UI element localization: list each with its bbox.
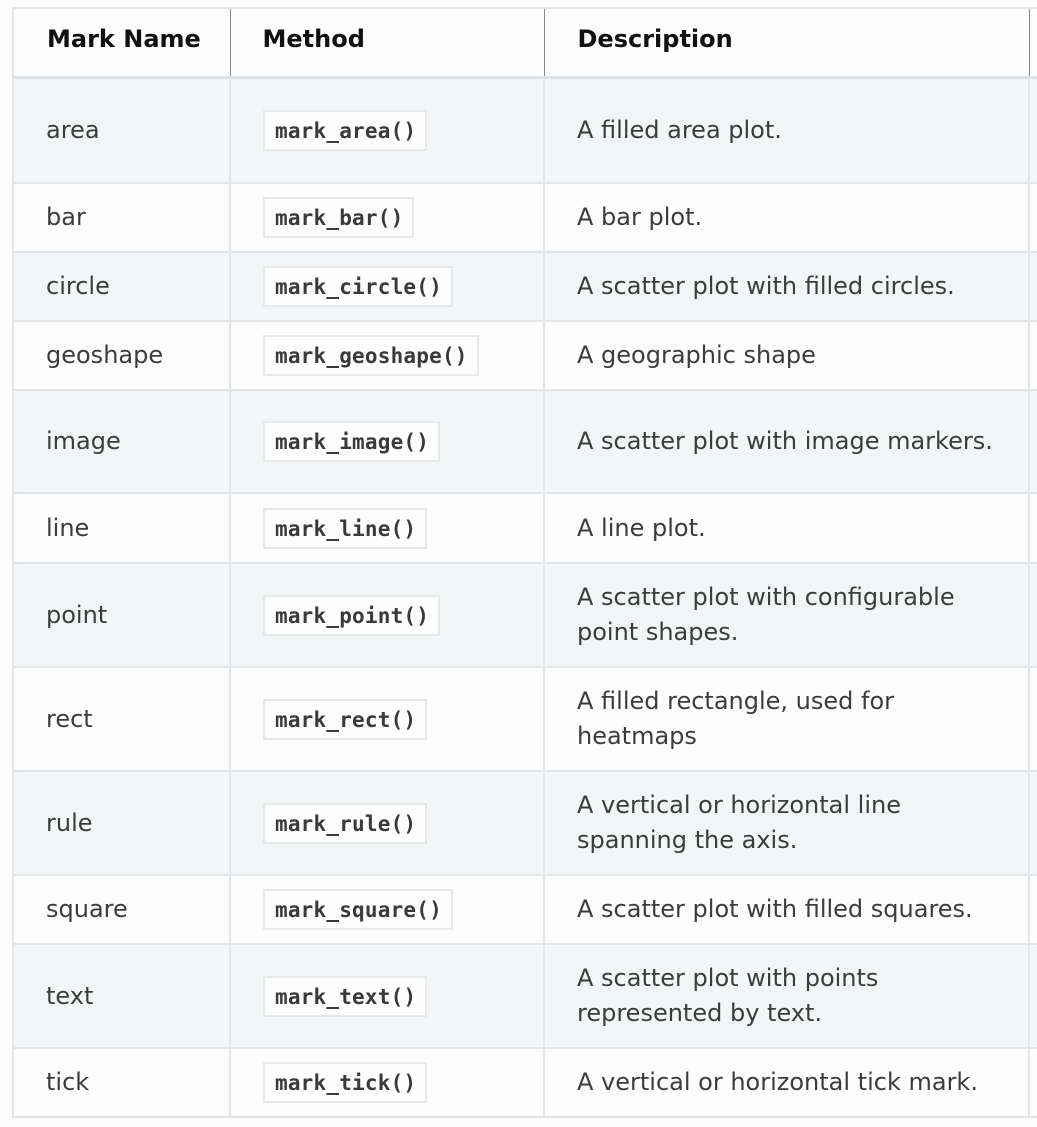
method-cell: mark_image(): [229, 389, 544, 493]
filler-cell: [1028, 251, 1037, 321]
header-mark-name: Mark Name: [12, 7, 230, 79]
filler-cell: [1028, 562, 1037, 667]
method-cell: mark_text(): [229, 943, 544, 1048]
description-cell: A scatter plot with filled squares.: [543, 874, 1029, 944]
header-row: Mark Name Method Description: [12, 7, 1037, 79]
mark-name-cell: rect: [12, 666, 230, 771]
mark-name-cell: rule: [12, 770, 230, 875]
mark-name-cell: text: [12, 943, 230, 1048]
mark-name-cell: geoshape: [12, 320, 230, 390]
table-row: rule mark_rule() A vertical or horizontal …: [12, 770, 1037, 875]
method-code: mark_image(): [263, 421, 441, 462]
method-code: mark_geoshape(): [263, 335, 479, 376]
description-cell: A geographic shape: [543, 320, 1029, 390]
description-cell: A vertical or horizontal tick mark.: [543, 1047, 1029, 1118]
table-row: geoshape mark_geoshape() A geographic shap…: [12, 320, 1037, 390]
filler-cell: [1028, 770, 1037, 875]
method-cell: mark_rule(): [229, 770, 544, 875]
method-code: mark_bar(): [263, 197, 415, 238]
description-cell: A filled area plot.: [543, 76, 1029, 183]
filler-cell: [1028, 874, 1037, 944]
filler-cell: [1028, 492, 1037, 563]
description-cell: A line plot.: [543, 492, 1029, 563]
method-code: mark_rect(): [263, 698, 428, 740]
mark-name-cell: line: [12, 492, 230, 563]
table-row: area mark_area() A filled area plot.: [12, 76, 1037, 183]
table-row: tick mark_tick() A vertical or horizontal …: [12, 1047, 1037, 1118]
marks-table: Mark Name Method Description area mark_ar…: [12, 7, 1037, 1118]
mark-name-cell: tick: [12, 1047, 230, 1118]
header-method: Method: [229, 7, 544, 79]
method-cell: mark_line(): [229, 492, 544, 563]
filler-cell: [1028, 320, 1037, 390]
method-code: mark_text(): [263, 975, 428, 1017]
method-cell: mark_area(): [229, 76, 544, 183]
description-cell: A filled rectangle, used for heatmaps: [543, 666, 1029, 771]
table-row: point mark_point() A scatter plot with con…: [12, 562, 1037, 667]
method-cell: mark_tick(): [229, 1047, 544, 1118]
filler-cell: [1028, 943, 1037, 1048]
filler-cell: [1028, 389, 1037, 493]
method-cell: mark_rect(): [229, 666, 544, 771]
mark-name-cell: area: [12, 76, 230, 183]
description-cell: A scatter plot with points represented b…: [543, 943, 1029, 1048]
table-row: rect mark_rect() A filled rectangle, used …: [12, 666, 1037, 771]
description-cell: A vertical or horizontal line spanning t…: [543, 770, 1029, 875]
table-body: area mark_area() A filled area plot. bar mar…: [12, 76, 1037, 1118]
method-cell: mark_circle(): [229, 251, 544, 321]
method-code: mark_rule(): [263, 802, 428, 844]
table-row: text mark_text() A scatter plot with point…: [12, 943, 1037, 1048]
table-header: Mark Name Method Description: [12, 7, 1037, 79]
method-code: mark_point(): [263, 594, 441, 636]
header-description: Description: [543, 7, 1029, 79]
description-cell: A scatter plot with image markers.: [543, 389, 1029, 493]
table-row: square mark_square() A scatter plot with f…: [12, 874, 1037, 944]
filler-cell: [1028, 1047, 1037, 1118]
description-cell: A bar plot.: [543, 182, 1029, 252]
method-code: mark_area(): [263, 109, 428, 151]
method-cell: mark_point(): [229, 562, 544, 667]
method-code: mark_square(): [263, 889, 453, 930]
header-filler: [1028, 7, 1037, 79]
description-cell: A scatter plot with configurable point s…: [543, 562, 1029, 667]
filler-cell: [1028, 182, 1037, 252]
mark-name-cell: bar: [12, 182, 230, 252]
mark-name-cell: image: [12, 389, 230, 493]
method-cell: mark_geoshape(): [229, 320, 544, 390]
table-row: bar mark_bar() A bar plot.: [12, 182, 1037, 252]
mark-name-cell: circle: [12, 251, 230, 321]
method-cell: mark_square(): [229, 874, 544, 944]
table-row: line mark_line() A line plot.: [12, 492, 1037, 563]
method-code: mark_circle(): [263, 266, 453, 307]
mark-name-cell: point: [12, 562, 230, 667]
description-cell: A scatter plot with filled circles.: [543, 251, 1029, 321]
mark-name-cell: square: [12, 874, 230, 944]
method-cell: mark_bar(): [229, 182, 544, 252]
filler-cell: [1028, 666, 1037, 771]
filler-cell: [1028, 76, 1037, 183]
table-row: image mark_image() A scatter plot with ima…: [12, 389, 1037, 493]
method-code: mark_line(): [263, 507, 428, 549]
method-code: mark_tick(): [263, 1062, 428, 1103]
table-row: circle mark_circle() A scatter plot with f…: [12, 251, 1037, 321]
